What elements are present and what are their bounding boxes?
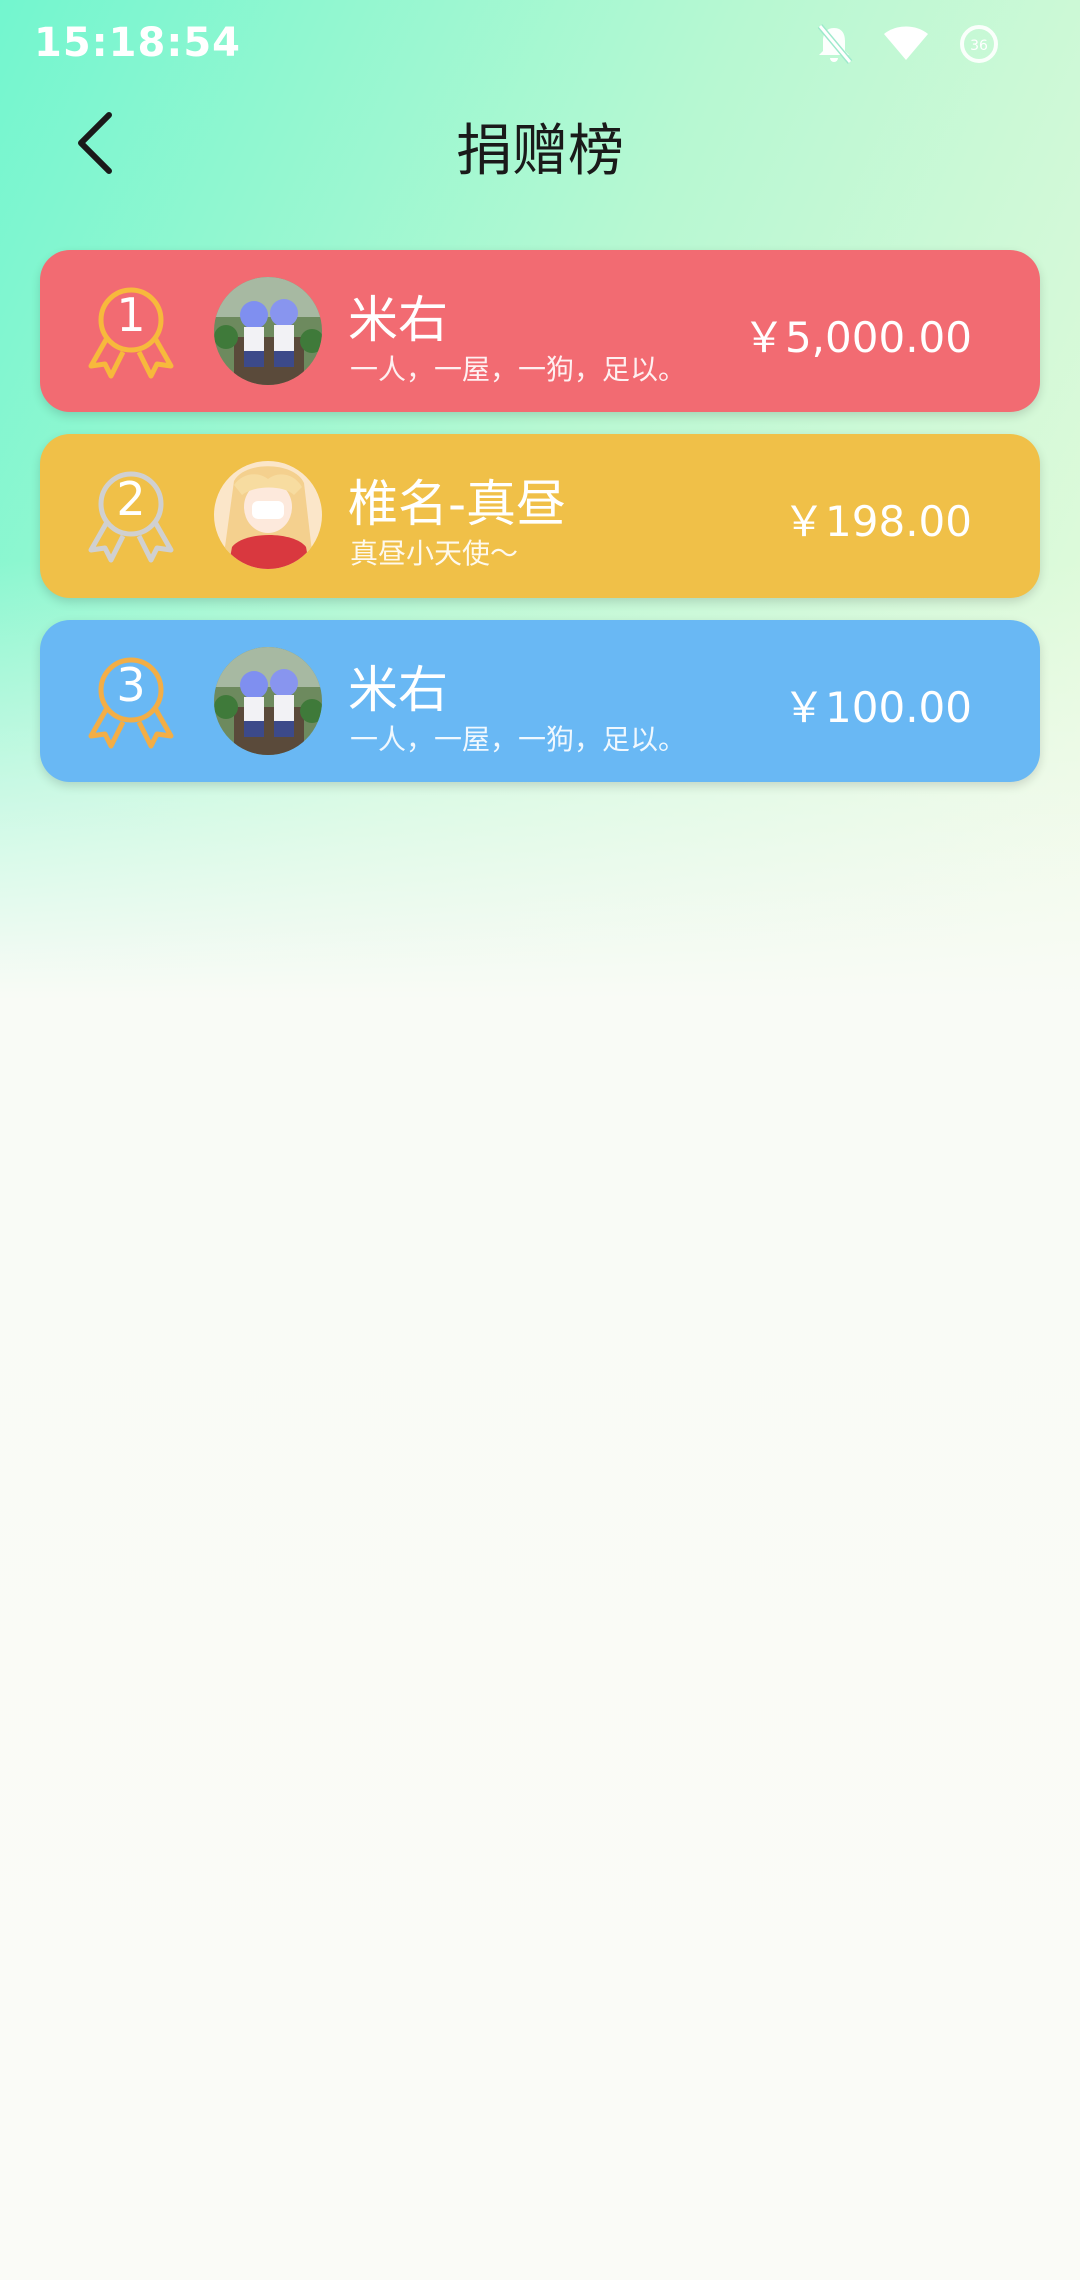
status-bar: 15:18:54 36 [0,0,1080,90]
donor-motto: 一人，一屋，一狗，足以。 [350,723,687,756]
gold-medal-icon: 1 [83,284,179,380]
donation-ranking-list: 1 米右 一人，一屋，一狗，足以。 ￥5,000.00 2 椎名-真昼 真昼小天… [40,250,1040,804]
status-time: 15:18:54 [34,20,241,66]
app-bar: 捐赠榜 [0,90,1080,190]
ranking-item[interactable]: 2 椎名-真昼 真昼小天使～ ￥198.00 [40,434,1040,598]
bronze-medal-icon: 3 [83,654,179,750]
ranking-item[interactable]: 3 米右 一人，一屋，一狗，足以。 ￥100.00 [40,620,1040,782]
donor-motto: 一人，一屋，一狗，足以。 [350,353,687,386]
donation-amount: ￥198.00 [783,497,972,546]
wifi-icon [882,24,930,64]
rank-number: 1 [116,288,146,342]
silver-medal-icon: 2 [83,468,179,564]
page-title: 捐赠榜 [456,119,624,184]
donor-name: 米右 [348,661,448,719]
donation-amount: ￥5,000.00 [742,313,972,362]
avatar [214,277,322,385]
donor-motto: 真昼小天使～ [350,537,519,570]
rank-number: 2 [116,472,146,526]
notifications-off-icon [814,22,854,66]
rank-number: 3 [116,658,146,712]
ranking-item[interactable]: 1 米右 一人，一屋，一狗，足以。 ￥5,000.00 [40,250,1040,412]
status-icons: 36 [814,22,1000,66]
avatar [214,647,322,755]
donor-name: 米右 [348,291,448,349]
donation-amount: ￥100.00 [783,683,972,732]
battery-icon: 36 [958,23,1000,65]
avatar [214,461,322,569]
donor-name: 椎名-真昼 [348,475,567,533]
svg-text:36: 36 [970,38,988,54]
